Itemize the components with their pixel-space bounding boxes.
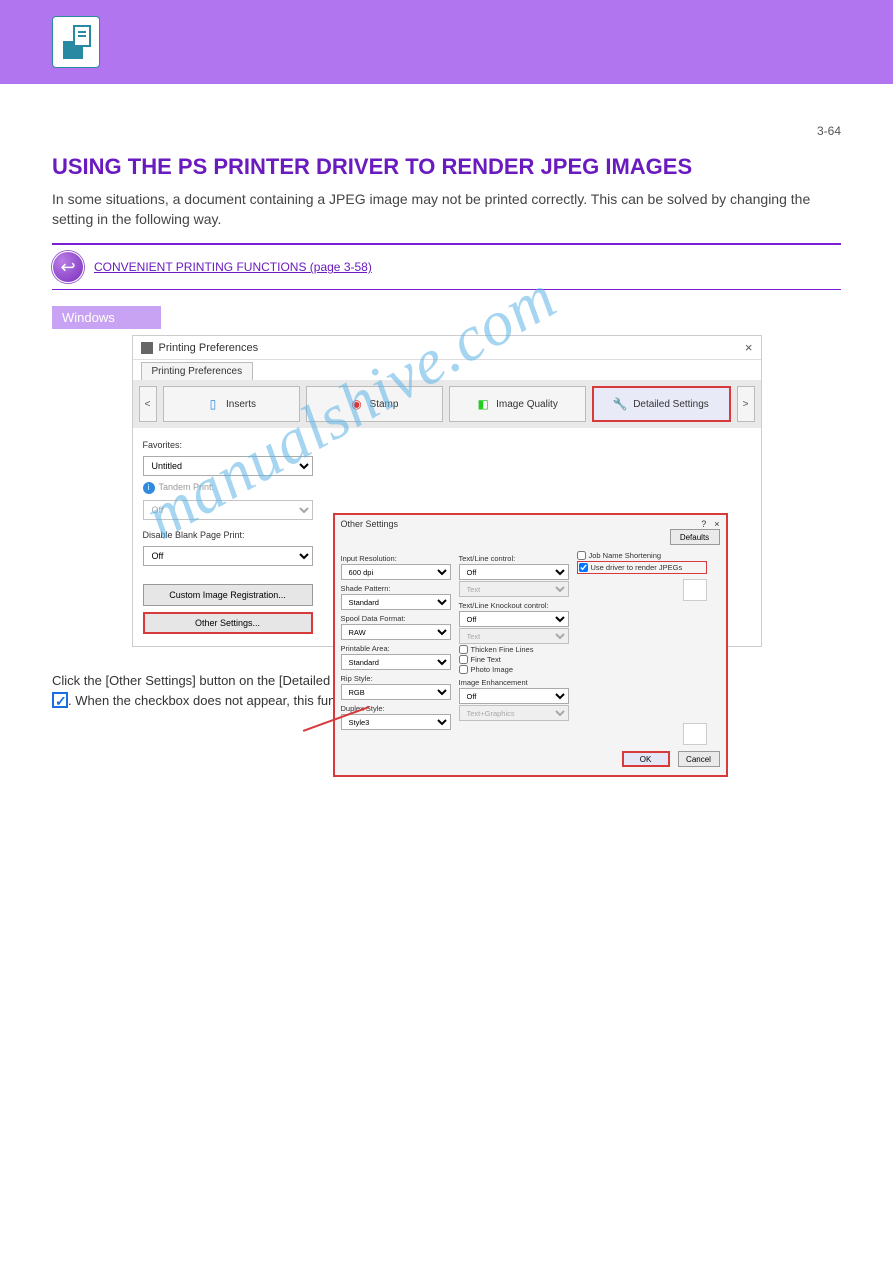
back-link[interactable]: CONVENIENT PRINTING FUNCTIONS (page 3-58… [94,260,372,274]
printable-area-label: Printable Area: [341,644,451,653]
use-driver-render-jpegs-checkbox[interactable]: Use driver to render JPEGs [577,561,707,574]
dialog-close-icon[interactable]: × [714,519,719,529]
doc-icon [52,16,100,68]
tab-inserts[interactable]: ▯Inserts [163,386,300,422]
rip-style-label: Rip Style: [341,674,451,683]
shade-pattern-select[interactable]: Standard [341,594,451,610]
shade-pattern-label: Shade Pattern: [341,584,451,593]
favorites-select[interactable]: Untitled [143,456,313,476]
tab-inserts-label: Inserts [226,399,256,410]
close-icon[interactable]: × [745,340,753,355]
window-title: Printing Preferences [159,342,259,354]
rip-style-select[interactable]: RGB [341,684,451,700]
tandem-select: Off [143,500,313,520]
ok-button[interactable]: OK [622,751,670,767]
text-line-control-hint: Text [459,581,569,597]
tandem-label: Tandem Print: [159,482,215,492]
cancel-button[interactable]: Cancel [678,751,720,767]
input-resolution-label: Input Resolution: [341,554,451,563]
text-line-knockout-hint: Text [459,628,569,644]
printer-icon [141,342,153,354]
dialog-title: Other Settings [341,519,399,529]
tab-image-quality[interactable]: ◧Image Quality [449,386,586,422]
spool-format-label: Spool Data Format: [341,614,451,623]
tab-nav-left[interactable]: < [139,386,157,422]
input-resolution-select[interactable]: 600 dpi [341,564,451,580]
text-line-control-select[interactable]: Off [459,564,569,580]
tab-image-quality-label: Image Quality [496,399,558,410]
divider [52,289,841,290]
text-line-knockout-label: Text/Line Knockout control: [459,601,569,610]
disable-blank-label: Disable Blank Page Print: [143,530,313,540]
tab-nav-right[interactable]: > [737,386,755,422]
other-settings-dialog: Other Settings ? × Defaults Input Resolu… [333,513,728,777]
tab-stamp[interactable]: ◉Stamp [306,386,443,422]
tab-stamp-label: Stamp [370,399,399,410]
back-arrow-icon[interactable]: ↩ [52,251,84,283]
photo-image-checkbox[interactable]: Photo Image [459,665,569,674]
image-enhancement-label: Image Enhancement [459,678,569,687]
duplex-style-select[interactable]: Style3 [341,714,451,730]
checked-icon [52,692,68,708]
tab-detailed-settings[interactable]: 🔧Detailed Settings [592,386,731,422]
fine-text-checkbox[interactable]: Fine Text [459,655,569,664]
other-settings-button[interactable]: Other Settings... [143,612,313,634]
text-line-knockout-select[interactable]: Off [459,611,569,627]
defaults-button[interactable]: Defaults [670,529,720,545]
printable-area-select[interactable]: Standard [341,654,451,670]
tab-printing-preferences[interactable]: Printing Preferences [141,362,254,380]
help-icon[interactable]: ? [701,519,706,529]
info-icon: i [143,482,155,494]
thicken-fine-lines-checkbox[interactable]: Thicken Fine Lines [459,645,569,654]
screenshot-window: Printing Preferences × Printing Preferen… [132,335,762,647]
preview-box [683,579,707,601]
tab-detailed-label: Detailed Settings [633,399,709,410]
windows-label: Windows [52,306,161,329]
spool-format-select[interactable]: RAW [341,624,451,640]
section-subtitle: In some situations, a document containin… [52,190,841,229]
preview-box-2 [683,723,707,745]
favorites-label: Favorites: [143,440,313,450]
disable-blank-select[interactable]: Off [143,546,313,566]
image-enhancement-select[interactable]: Off [459,688,569,704]
job-name-shortening-checkbox[interactable]: Job Name Shortening [577,551,707,560]
text-line-control-label: Text/Line control: [459,554,569,563]
image-enhancement-hint: Text+Graphics [459,705,569,721]
custom-image-registration-button[interactable]: Custom Image Registration... [143,584,313,606]
divider [52,243,841,245]
page-number: 3-64 [52,84,841,138]
section-title: USING THE PS PRINTER DRIVER TO RENDER JP… [52,154,841,180]
